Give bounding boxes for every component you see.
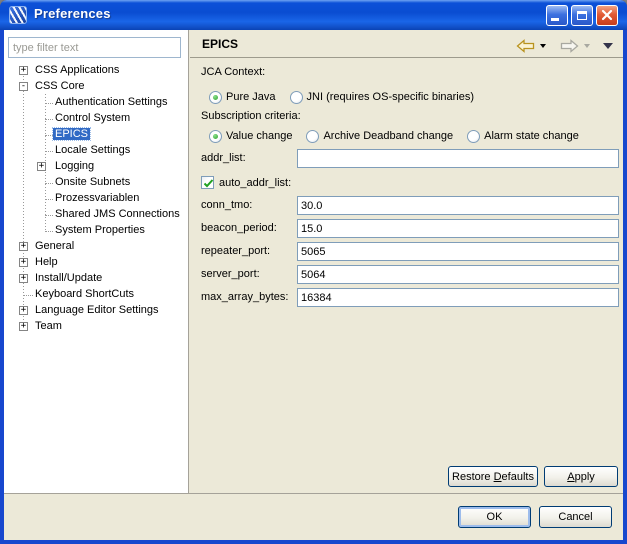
expand-icon[interactable]: + — [19, 258, 28, 267]
header-separator — [190, 57, 623, 58]
css-logo-icon — [9, 6, 27, 24]
max-array-bytes-input[interactable] — [297, 288, 619, 307]
window-title: Preferences — [34, 6, 111, 21]
tree-item-authentication-settings[interactable]: Authentication Settings — [4, 95, 188, 111]
tree-item-system-properties[interactable]: System Properties — [4, 223, 188, 239]
expand-icon[interactable]: + — [19, 66, 28, 75]
radio-jni[interactable] — [290, 91, 303, 104]
page-title: EPICS — [202, 37, 238, 51]
maximize-icon — [577, 11, 587, 20]
tree-item-css-core[interactable]: - CSS Core — [4, 79, 188, 95]
titlebar[interactable]: Preferences — [0, 0, 627, 30]
apply-button[interactable]: Apply — [544, 466, 618, 487]
epics-preference-page: EPICS JCA Context: Pure Java JNI (requir… — [190, 30, 623, 493]
restore-defaults-button[interactable]: Restore Defaults — [448, 466, 538, 487]
maximize-button[interactable] — [571, 5, 593, 26]
back-icon[interactable] — [516, 39, 535, 53]
checkmark-icon — [203, 178, 214, 189]
tree-item-general[interactable]: + General — [4, 239, 188, 255]
preference-tree-panel: + CSS Applications - CSS Core Authentica… — [4, 30, 189, 493]
back-menu-icon[interactable] — [540, 44, 546, 48]
radio-alarm-state-change[interactable] — [467, 130, 480, 143]
dialog-content: + CSS Applications - CSS Core Authentica… — [4, 30, 623, 540]
preferences-dialog: Preferences + CSS Applications - CSS Cor… — [0, 0, 627, 544]
repeater-port-input[interactable] — [297, 242, 619, 261]
tree-item-install-update[interactable]: + Install/Update — [4, 271, 188, 287]
auto-addr-list-checkbox[interactable] — [201, 176, 214, 189]
tree-item-keyboard-shortcuts[interactable]: Keyboard ShortCuts — [4, 287, 188, 303]
expand-icon[interactable]: + — [19, 274, 28, 283]
radio-pure-java[interactable] — [209, 91, 222, 104]
tree-item-prozessvariablen[interactable]: Prozessvariablen — [4, 191, 188, 207]
tree-item-css-applications[interactable]: + CSS Applications — [4, 63, 188, 79]
addr-list-label: addr_list: — [201, 152, 246, 164]
tree-item-language-editor-settings[interactable]: + Language Editor Settings — [4, 303, 188, 319]
radio-value-change[interactable] — [209, 130, 222, 143]
subscription-criteria-label: Subscription criteria: — [201, 110, 301, 122]
tree-item-help[interactable]: + Help — [4, 255, 188, 271]
dialog-button-bar: OK Cancel — [4, 493, 623, 540]
max-array-bytes-label: max_array_bytes: — [201, 291, 288, 303]
forward-icon — [560, 39, 579, 53]
expand-icon[interactable]: + — [37, 162, 46, 171]
minimize-icon — [551, 18, 559, 21]
cancel-button[interactable]: Cancel — [539, 506, 612, 528]
addr-list-input[interactable] — [297, 149, 619, 168]
forward-menu-icon — [584, 44, 590, 48]
beacon-period-label: beacon_period: — [201, 222, 277, 234]
close-icon — [597, 6, 617, 25]
tree-item-team[interactable]: + Team — [4, 319, 188, 335]
conn-tmo-label: conn_tmo: — [201, 199, 252, 211]
close-button[interactable] — [596, 5, 618, 26]
expand-icon[interactable]: + — [19, 306, 28, 315]
tree-item-locale-settings[interactable]: Locale Settings — [4, 143, 188, 159]
expand-icon[interactable]: + — [19, 242, 28, 251]
tree-item-logging[interactable]: + Logging — [4, 159, 188, 175]
server-port-input[interactable] — [297, 265, 619, 284]
filter-input[interactable] — [8, 37, 181, 58]
conn-tmo-input[interactable] — [297, 196, 619, 215]
beacon-period-input[interactable] — [297, 219, 619, 238]
repeater-port-label: repeater_port: — [201, 245, 270, 257]
jca-context-label: JCA Context: — [201, 66, 265, 78]
tree-item-onsite-subnets[interactable]: Onsite Subnets — [4, 175, 188, 191]
auto-addr-list-label: auto_addr_list: — [219, 177, 291, 189]
tree-item-epics[interactable]: EPICS — [4, 127, 188, 143]
view-menu-icon[interactable] — [603, 43, 613, 49]
tree-item-shared-jms-connections[interactable]: Shared JMS Connections — [4, 207, 188, 223]
ok-button[interactable]: OK — [458, 506, 531, 528]
tree-item-control-system[interactable]: Control System — [4, 111, 188, 127]
radio-archive-deadband-change[interactable] — [306, 130, 319, 143]
minimize-button[interactable] — [546, 5, 568, 26]
server-port-label: server_port: — [201, 268, 260, 280]
collapse-icon[interactable]: - — [19, 82, 28, 91]
expand-icon[interactable]: + — [19, 322, 28, 331]
